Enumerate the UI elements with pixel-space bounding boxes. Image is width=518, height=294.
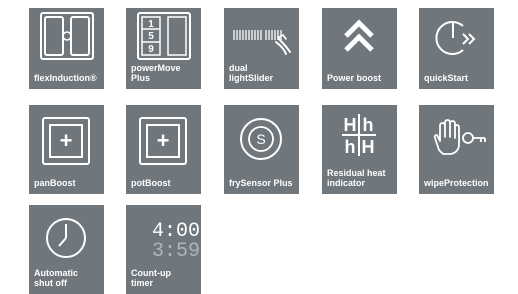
flex-induction-icon [29, 8, 104, 70]
feature-label: flexInduction® [34, 73, 97, 83]
heat-glyph: h [363, 115, 374, 135]
feature-label: powerMove Plus [131, 63, 181, 83]
feature-tile-panboost[interactable]: + panBoost [29, 105, 104, 194]
feature-label: Residual heat indicator [327, 168, 386, 188]
feature-tile-frysensor[interactable]: S frySensor Plus [224, 105, 299, 194]
feature-tile-flexinduction[interactable]: flexInduction® [29, 8, 104, 89]
quick-start-icon [419, 8, 494, 70]
plus-symbol: + [60, 128, 73, 153]
pan-boost-icon: + [29, 110, 104, 172]
feature-label: Count-up timer [131, 268, 171, 288]
timer-reading-faded: 3:59 [152, 240, 200, 263]
feature-label: panBoost [34, 178, 76, 188]
light-slider-icon [224, 8, 299, 70]
feature-tile-automatic-shut-off[interactable]: Automatic shut off [29, 205, 104, 294]
zone-level-bottom: 9 [148, 44, 154, 55]
feature-tile-count-up-timer[interactable]: 4:00 3:59 Count-up timer [126, 205, 201, 294]
feature-label: wipeProtection [424, 178, 489, 188]
heat-glyph: h [345, 137, 356, 157]
feature-tile-powermove[interactable]: 1 5 9 powerMove Plus [126, 8, 201, 89]
fry-sensor-icon: S [224, 110, 299, 172]
residual-heat-icon: H h h H [322, 110, 397, 172]
double-chevron-up-icon [322, 8, 397, 70]
pot-boost-icon: + [126, 110, 201, 172]
plus-symbol: + [157, 128, 170, 153]
feature-tile-lightslider[interactable]: dual lightSlider [224, 8, 299, 89]
feature-label: potBoost [131, 178, 171, 188]
feature-label: Power boost [327, 73, 382, 83]
feature-tile-potboost[interactable]: + potBoost [126, 105, 201, 194]
feature-label: dual lightSlider [229, 63, 274, 83]
feature-label: Automatic shut off [34, 268, 79, 288]
clock-icon [29, 210, 104, 272]
power-move-icon: 1 5 9 [126, 8, 201, 70]
hand-key-icon [419, 110, 494, 172]
feature-label: quickStart [424, 73, 469, 83]
feature-label: frySensor Plus [229, 178, 293, 188]
feature-tile-wipeprotection[interactable]: wipeProtection [419, 105, 494, 194]
zone-level-top: 1 [148, 19, 154, 30]
feature-tile-quickstart[interactable]: quickStart [419, 8, 494, 89]
heat-glyph: H [344, 115, 357, 135]
feature-tile-residual-heat[interactable]: H h h H Residual heat indicator [322, 105, 397, 194]
timer-display-icon: 4:00 3:59 [126, 210, 201, 272]
zone-level-middle: 5 [148, 31, 154, 42]
heat-glyph: H [362, 137, 375, 157]
feature-tile-power-boost[interactable]: Power boost [322, 8, 397, 89]
fry-sensor-letter: S [256, 131, 265, 147]
